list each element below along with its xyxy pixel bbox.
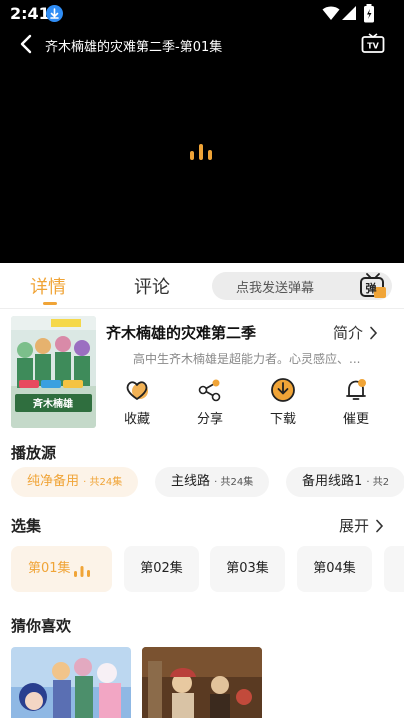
source-chip[interactable]: 主线路 · 共24集 <box>155 467 270 497</box>
recommend-card[interactable] <box>142 647 262 718</box>
loading-indicator <box>190 144 212 160</box>
download-label: 下载 <box>269 412 296 427</box>
source-name: 备用线路1 <box>302 474 363 489</box>
tab-details[interactable]: 详情 <box>30 273 66 299</box>
download-icon <box>271 378 295 402</box>
download-button[interactable]: 下载 <box>255 377 311 427</box>
bell-icon <box>346 379 366 400</box>
source-name: 主线路 <box>171 474 211 489</box>
share-icon <box>198 379 221 402</box>
source-count: 共24集 <box>220 477 254 488</box>
show-synopsis: 高中生齐木楠雄是超能力者。心灵感应、... <box>133 352 361 366</box>
source-chip[interactable]: 备用线路1 · 共2 <box>286 467 404 497</box>
episode-list: 第01集 第02集 第03集 第04集 <box>11 546 404 592</box>
svg-text:斉木楠雄: 斉木楠雄 <box>33 397 73 410</box>
episode-label: 第01集 <box>28 561 71 576</box>
tab-comments[interactable]: 评论 <box>134 273 170 299</box>
back-arrow-icon[interactable] <box>16 32 38 56</box>
share-button[interactable]: 分享 <box>182 377 238 427</box>
remind-update-button[interactable]: 催更 <box>328 377 384 427</box>
tv-cast-icon[interactable]: TV <box>361 33 385 55</box>
battery-icon <box>364 4 374 23</box>
heart-icon <box>126 381 148 400</box>
status-time: 2:41 <box>10 4 50 23</box>
svg-text:TV: TV <box>367 42 379 51</box>
video-title: 齐木楠雄的灾难第二季-第01集 <box>45 40 223 55</box>
source-name: 纯净备用 <box>27 474 80 489</box>
recommend-title: 猜你喜欢 <box>11 617 72 635</box>
episode-label: 第04集 <box>313 561 356 576</box>
chevron-right-icon <box>376 519 384 532</box>
episodes-title: 选集 <box>11 517 42 535</box>
details-panel: 详情 评论 点我发送弹幕 弹 斉木楠雄 齐木楠雄的灾难第二季 简介 高中生齐木楠… <box>0 263 404 718</box>
remind-update-label: 催更 <box>342 412 369 427</box>
source-count: 共2 <box>372 477 390 488</box>
episode-label: 第03集 <box>226 561 269 576</box>
expand-label: 展开 <box>339 517 370 535</box>
favorite-button[interactable]: 收藏 <box>109 377 165 427</box>
intro-button[interactable]: 简介 <box>333 322 378 343</box>
expand-episodes-button[interactable]: 展开 <box>339 515 384 536</box>
signal-icon <box>342 6 356 20</box>
playing-indicator-icon <box>74 566 90 577</box>
source-count: 共24集 <box>89 477 123 488</box>
source-list: 纯净备用 · 共24集 主线路 · 共24集 备用线路1 · 共2 <box>11 467 404 497</box>
wifi-icon <box>322 6 340 20</box>
share-label: 分享 <box>196 412 223 427</box>
favorite-label: 收藏 <box>123 412 150 427</box>
video-player[interactable]: 2:41 齐木楠雄的灾难第二季-第01集 TV <box>0 0 404 263</box>
intro-label: 简介 <box>333 324 364 342</box>
danmaku-toggle-button[interactable]: 弹 <box>359 273 387 299</box>
show-title: 齐木楠雄的灾难第二季 <box>106 324 257 342</box>
show-poster[interactable]: 斉木楠雄 <box>11 316 96 428</box>
episode-item[interactable]: 第04集 <box>297 546 372 592</box>
status-bar: 2:41 <box>0 0 404 28</box>
episode-item[interactable]: 第02集 <box>124 546 199 592</box>
sources-title: 播放源 <box>11 444 57 462</box>
chevron-right-icon <box>370 326 378 339</box>
episode-item[interactable]: 第01集 <box>11 546 112 592</box>
episode-item[interactable] <box>384 546 404 592</box>
danmaku-button-label: 弹 <box>366 281 377 295</box>
recommend-card[interactable] <box>11 647 131 718</box>
source-chip[interactable]: 纯净备用 · 共24集 <box>11 467 139 497</box>
tab-active-indicator <box>43 302 57 305</box>
tabs-divider <box>0 308 404 309</box>
player-title-bar: 齐木楠雄的灾难第二季-第01集 TV <box>0 28 404 62</box>
episode-label: 第02集 <box>140 561 183 576</box>
danmaku-placeholder: 点我发送弹幕 <box>236 281 315 296</box>
danmaku-input[interactable]: 点我发送弹幕 弹 <box>212 272 392 300</box>
download-icon <box>46 5 63 22</box>
episode-item[interactable]: 第03集 <box>210 546 285 592</box>
